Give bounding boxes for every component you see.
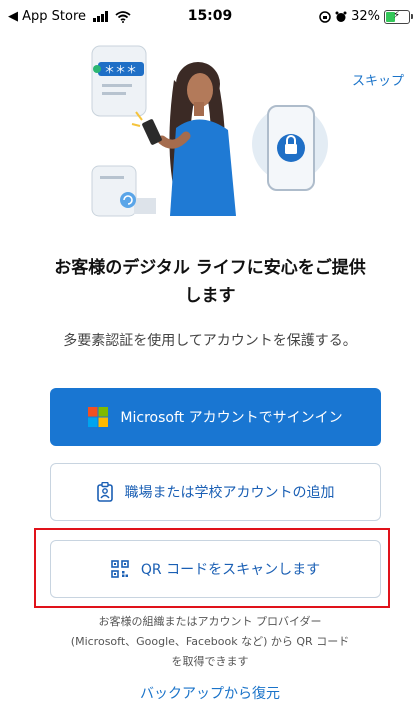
rotation-lock-icon xyxy=(319,10,331,23)
alarm-icon xyxy=(335,11,347,22)
battery-icon: ⚡ xyxy=(384,9,413,24)
status-right: 32% ⚡ xyxy=(319,9,413,24)
microsoft-logo-icon xyxy=(88,407,109,427)
qr-help-line1: お客様の組織またはアカウント プロバイダー xyxy=(98,615,322,628)
add-work-school-account-button[interactable]: 職場または学校アカウントの追加 xyxy=(50,463,381,521)
id-badge-icon xyxy=(96,482,113,502)
qr-help-line2: (Microsoft、Google、Facebook など) から QR コード xyxy=(70,635,350,648)
add-work-school-account-label: 職場または学校アカウントの追加 xyxy=(124,485,335,501)
hero-illustration: ＊＊＊ xyxy=(91,45,328,217)
person-figure xyxy=(131,62,236,216)
skip-link[interactable]: スキップ xyxy=(352,70,404,89)
page-title-line2: します xyxy=(184,286,236,306)
svg-text:＊＊＊: ＊＊＊ xyxy=(104,63,137,76)
microsoft-signin-button[interactable]: Microsoft アカウントでサインイン xyxy=(50,388,381,446)
highlight-box xyxy=(34,528,390,608)
sync-phone-icon xyxy=(91,165,156,217)
page-title: お客様のデジタル ライフに安心をご提供 します xyxy=(30,254,390,310)
page-subtitle: 多要素認証を使用してアカウントを保護する。 xyxy=(63,333,357,349)
password-phone-icon: ＊＊＊ xyxy=(91,45,147,117)
qr-help-text: お客様の組織またはアカウント プロバイダー (Microsoft、Google、… xyxy=(40,612,380,672)
restore-from-backup-link[interactable]: バックアップから復元 xyxy=(0,683,420,703)
battery-percent: 32% xyxy=(351,9,380,24)
microsoft-signin-label: Microsoft アカウントでサインイン xyxy=(120,410,343,426)
lock-phone-icon xyxy=(252,105,328,191)
qr-help-line3: を取得できます xyxy=(171,655,249,668)
page-title-line1: お客様のデジタル ライフに安心をご提供 xyxy=(54,258,366,278)
status-bar: ◀ App Store 15:09 32% ⚡ xyxy=(0,0,420,34)
